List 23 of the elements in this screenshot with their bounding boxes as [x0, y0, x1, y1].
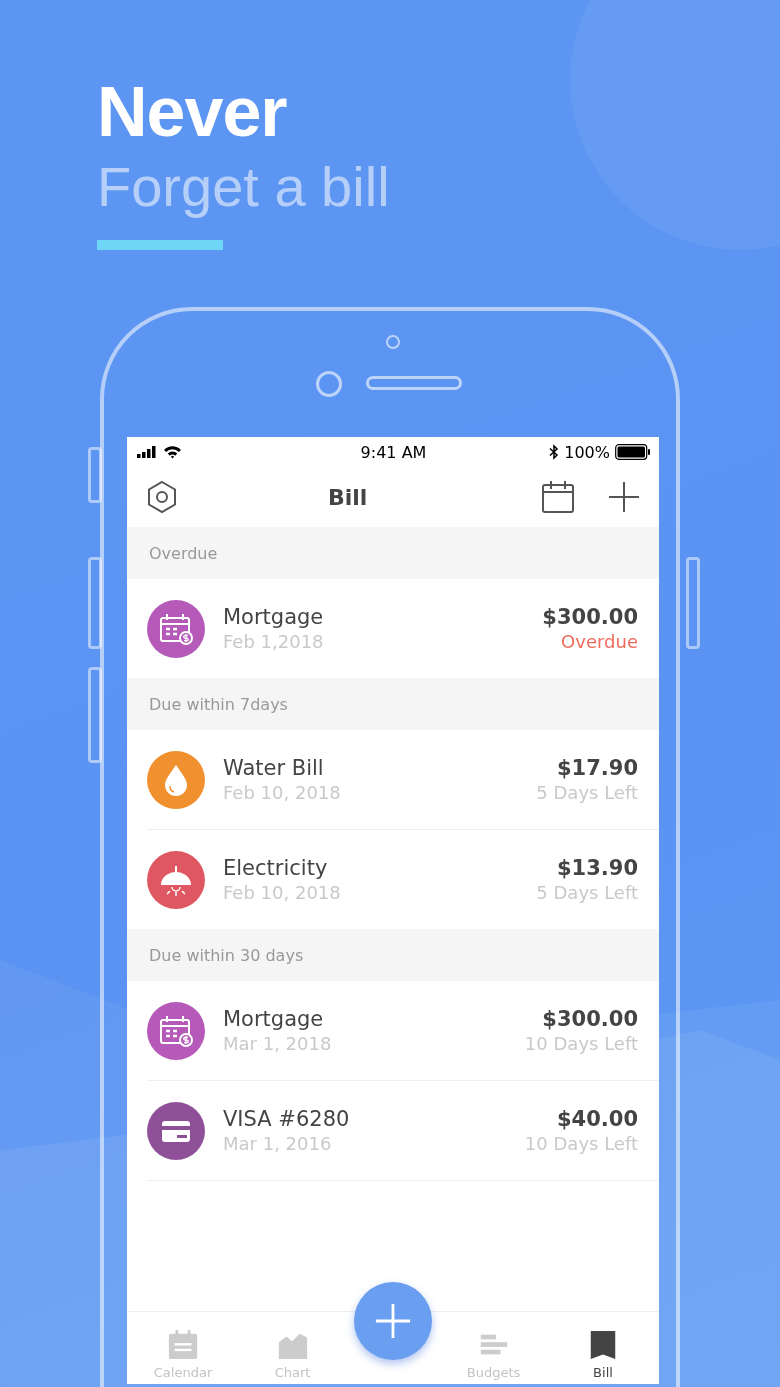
subheadline: Forget a bill — [97, 154, 391, 220]
tab-item[interactable]: Bill — [555, 1329, 651, 1380]
status-time: 9:41 AM — [360, 442, 427, 462]
tab-item[interactable]: Budgets — [445, 1329, 542, 1380]
bill-amount: $13.90 — [556, 856, 638, 880]
tab-item[interactable]: Calendar — [135, 1329, 231, 1380]
headline: Never — [97, 72, 288, 152]
bill-name: Electricity — [223, 856, 329, 880]
bill-amount: $40.00 — [556, 1107, 638, 1131]
bill-name: VISA #6280 — [223, 1107, 351, 1131]
bill-amount: $300.00 — [542, 605, 638, 629]
bill-status: Overdue — [561, 631, 638, 652]
bill-name: Mortgage — [223, 1007, 325, 1031]
screen-title: Bill — [328, 484, 369, 510]
section-title: Due within 30 days — [149, 945, 304, 965]
bill-amount: $17.90 — [556, 756, 638, 780]
section-title: Overdue — [149, 543, 218, 563]
section-title: Due within 7days — [149, 694, 288, 714]
bill-name: Water Bill — [223, 756, 325, 780]
battery-percent: 100% — [564, 442, 610, 462]
bill-amount: $300.00 — [542, 1007, 638, 1031]
tab-item[interactable]: Chart — [244, 1329, 341, 1380]
bill-name: Mortgage — [223, 605, 325, 629]
